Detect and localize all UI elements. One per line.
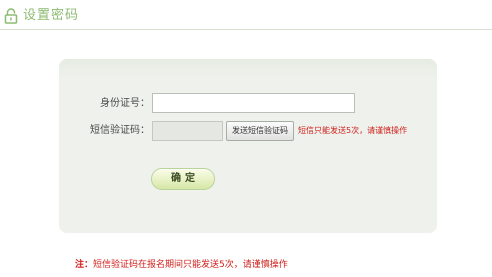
note-text: 短信验证码在报名期间只能发送5次，请谨慎操作 [93, 260, 288, 270]
sms-code-input[interactable] [152, 121, 223, 141]
sms-limit-tip: 短信只能发送5次，请谨慎操作 [298, 126, 408, 135]
page-title: 设置密码 [23, 8, 80, 23]
panel-top-highlight [59, 59, 437, 77]
note-prefix: 注： [75, 260, 94, 270]
id-number-input[interactable] [152, 93, 355, 113]
footer-note: 注：短信验证码在报名期间只能发送5次，请谨慎操作 [75, 259, 288, 271]
sms-code-label: 短信验证码： [90, 125, 150, 136]
id-number-label: 身份证号： [100, 98, 150, 109]
header-divider [0, 29, 492, 30]
send-sms-code-button[interactable]: 发送短信验证码 [226, 121, 294, 141]
page-header: 设置密码 [0, 0, 492, 31]
form-panel [59, 59, 437, 233]
confirm-button[interactable]: 确定 [151, 168, 215, 190]
lock-icon [4, 8, 18, 24]
